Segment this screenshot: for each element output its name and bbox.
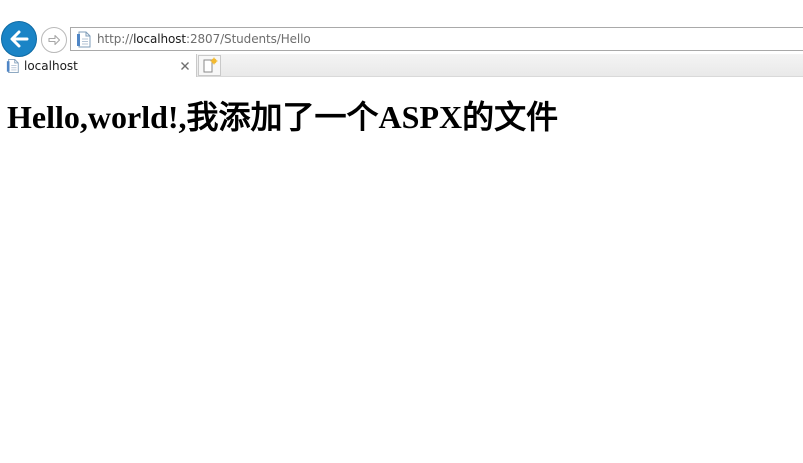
tab-title: localhost bbox=[24, 58, 78, 73]
address-url: http://localhost:2807/Students/Hello bbox=[97, 32, 311, 46]
forward-button[interactable] bbox=[41, 27, 67, 53]
back-arrow-icon bbox=[10, 30, 29, 48]
new-tab-button[interactable] bbox=[198, 55, 221, 76]
close-icon bbox=[181, 61, 189, 70]
forward-arrow-icon bbox=[48, 34, 61, 46]
page-icon bbox=[6, 58, 19, 73]
page-icon bbox=[77, 31, 91, 47]
url-path: :2807/Students/Hello bbox=[186, 32, 311, 46]
tab-strip: localhost bbox=[0, 54, 803, 77]
browser-toolbar: http://localhost:2807/Students/Hello bbox=[0, 0, 803, 57]
address-bar[interactable]: http://localhost:2807/Students/Hello bbox=[70, 27, 803, 51]
url-host: localhost bbox=[133, 32, 187, 46]
page-heading: Hello,world!,我添加了一个ASPX的文件 bbox=[7, 99, 559, 135]
tab-close-button[interactable] bbox=[178, 59, 192, 73]
url-scheme: http:// bbox=[97, 32, 134, 46]
new-tab-icon bbox=[203, 57, 217, 73]
back-button[interactable] bbox=[1, 21, 37, 57]
tab-localhost[interactable]: localhost bbox=[0, 54, 197, 77]
page-content: Hello,world!,我添加了一个ASPX的文件 bbox=[0, 77, 803, 463]
